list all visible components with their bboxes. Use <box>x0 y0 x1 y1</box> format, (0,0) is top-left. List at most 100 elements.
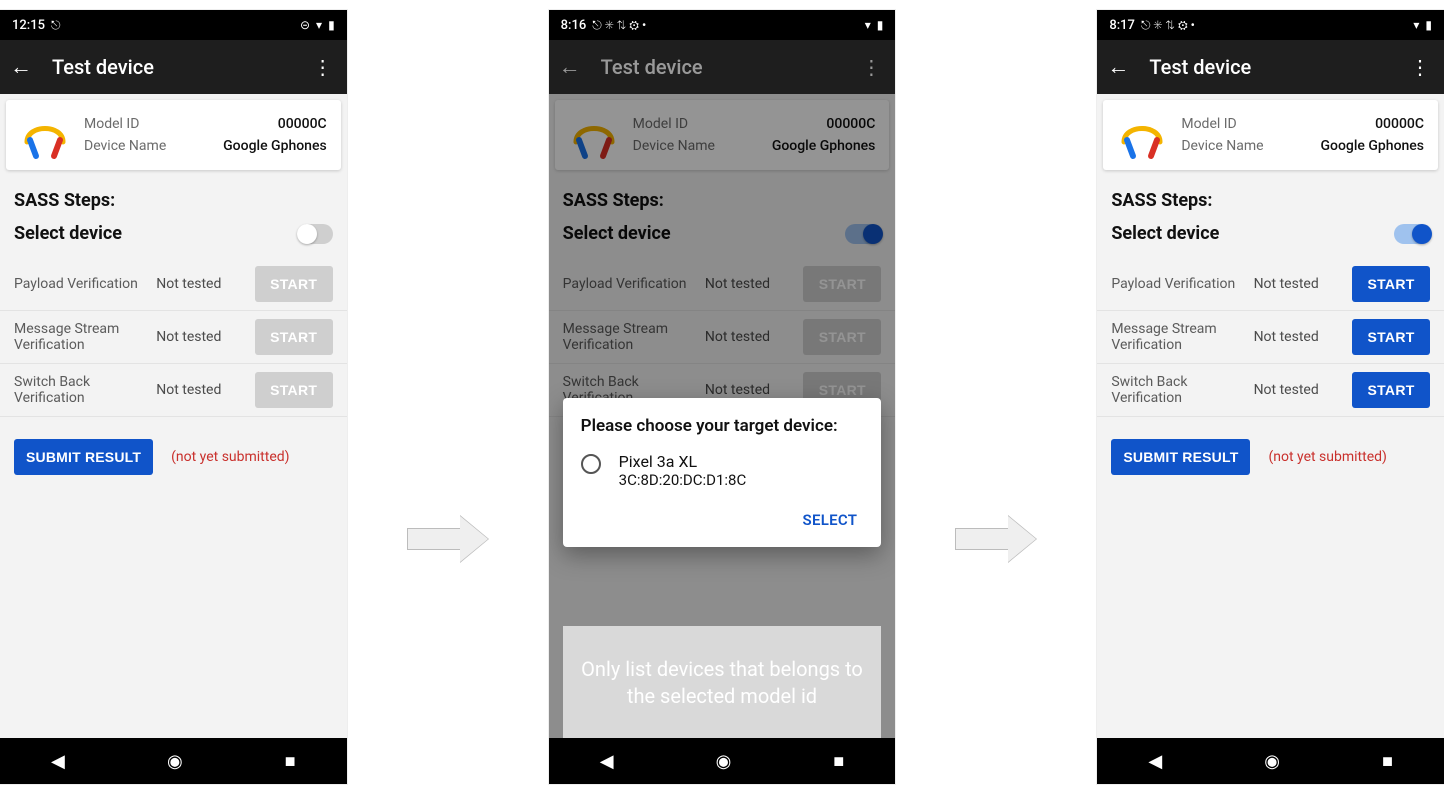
more-menu-button[interactable]: ⋮ <box>309 55 337 79</box>
device-name-label: Device Name <box>1181 138 1263 154</box>
nav-back-button[interactable]: ◀ <box>51 751 65 772</box>
not-submitted-label: (not yet submitted) <box>171 449 289 465</box>
table-row: Switch Back Verification Not tested STAR… <box>1097 364 1444 417</box>
target-device-dialog: Please choose your target device: Pixel … <box>563 398 882 547</box>
select-device-label: Select device <box>14 223 122 244</box>
more-menu-button[interactable]: ⋮ <box>857 55 885 79</box>
nav-back-button[interactable]: ◀ <box>600 751 614 772</box>
test-name: Message Stream Verification <box>14 321 156 353</box>
model-id-value: 00000C <box>278 116 327 132</box>
select-device-toggle[interactable] <box>297 224 333 244</box>
status-time: 8:16 <box>561 18 587 33</box>
start-button: START <box>255 319 333 355</box>
nav-recent-button[interactable]: ■ <box>833 751 844 772</box>
annotation-note: Only list devices that belongs to the se… <box>563 626 882 738</box>
nav-home-button[interactable]: ◉ <box>167 751 183 772</box>
start-button[interactable]: START <box>1352 266 1430 302</box>
table-row: Message Stream Verification Not tested S… <box>0 311 347 364</box>
status-bar: 8:16 ⎋ ✳ ⇅ ⚙ • ▾ ▮ <box>549 10 896 40</box>
nav-home-button[interactable]: ◉ <box>1264 751 1280 772</box>
test-status: Not tested <box>1254 276 1352 292</box>
radio-icon[interactable] <box>581 454 601 474</box>
device-card: Model ID 00000C Device Name Google Gphon… <box>6 100 341 170</box>
app-bar: ← Test device ⋮ <box>0 40 347 94</box>
status-time: 12:15 <box>12 18 45 33</box>
test-status: Not tested <box>156 382 254 398</box>
test-status: Not tested <box>1254 382 1352 398</box>
wifi-icon: ▾ <box>865 19 871 31</box>
nav-bar: ◀ ◉ ■ <box>0 738 347 784</box>
phone-screen-3: 8:17 ⎋ ✳ ⇅ ⚙ • ▾ ▮ ← Test device ⋮ <box>1097 10 1444 784</box>
nav-recent-button[interactable]: ■ <box>1382 751 1393 772</box>
test-name: Payload Verification <box>14 276 156 292</box>
start-button[interactable]: START <box>1352 372 1430 408</box>
content-area: Model ID 00000C Device Name Google Gphon… <box>549 94 896 738</box>
content-area: Model ID 00000C Device Name Google Gphon… <box>1097 94 1444 738</box>
battery-icon: ▮ <box>877 19 884 31</box>
device-name-label: Device Name <box>84 138 166 154</box>
status-icon-misc: ⎋ <box>51 19 61 31</box>
submit-result-button[interactable]: SUBMIT RESULT <box>14 439 153 475</box>
status-icon-misc: ⎋ ✳ ⇅ ⚙ • <box>592 19 646 31</box>
sass-heading: SASS Steps: <box>0 180 347 217</box>
nav-recent-button[interactable]: ■ <box>285 751 296 772</box>
device-option-name: Pixel 3a XL <box>619 452 747 471</box>
start-button: START <box>255 372 333 408</box>
table-row: Payload Verification Not tested START <box>0 258 347 311</box>
test-name: Switch Back Verification <box>1111 374 1253 406</box>
arrow-icon <box>955 516 1037 562</box>
test-name: Switch Back Verification <box>14 374 156 406</box>
back-button[interactable]: ← <box>10 54 32 80</box>
status-bar: 8:17 ⎋ ✳ ⇅ ⚙ • ▾ ▮ <box>1097 10 1444 40</box>
test-status: Not tested <box>156 276 254 292</box>
table-row: Switch Back Verification Not tested STAR… <box>0 364 347 417</box>
table-row: Payload Verification Not tested START <box>1097 258 1444 311</box>
arrow-icon <box>407 516 489 562</box>
device-card: Model ID 00000C Device Name Google Gphon… <box>1103 100 1438 170</box>
select-device-label: Select device <box>1111 223 1219 244</box>
test-name: Message Stream Verification <box>1111 321 1253 353</box>
status-icon-misc: ⎋ ✳ ⇅ ⚙ • <box>1141 19 1195 31</box>
device-name-value: Google Gphones <box>1320 138 1424 154</box>
test-status: Not tested <box>156 329 254 345</box>
dialog-title: Please choose your target device: <box>581 416 864 436</box>
dialog-select-button[interactable]: SELECT <box>797 503 864 537</box>
status-time: 8:17 <box>1109 18 1135 33</box>
model-id-value: 00000C <box>1375 116 1424 132</box>
model-id-label: Model ID <box>84 116 139 132</box>
phone-screen-2: 8:16 ⎋ ✳ ⇅ ⚙ • ▾ ▮ ← Test device ⋮ <box>549 10 896 784</box>
wifi-icon: ▾ <box>1413 19 1419 31</box>
page-title: Test device <box>1149 55 1386 79</box>
device-option[interactable]: Pixel 3a XL 3C:8D:20:DC:D1:8C <box>581 452 864 489</box>
nav-home-button[interactable]: ◉ <box>716 751 732 772</box>
not-submitted-label: (not yet submitted) <box>1268 449 1386 465</box>
battery-icon: ▮ <box>328 19 335 31</box>
app-bar: ← Test device ⋮ <box>1097 40 1444 94</box>
phone-screen-1: 12:15 ⎋ ⊝ ▾ ▮ ← Test device ⋮ <box>0 10 347 784</box>
headphones-icon <box>20 110 70 160</box>
sass-heading: SASS Steps: <box>1097 180 1444 217</box>
start-button[interactable]: START <box>1352 319 1430 355</box>
back-button[interactable]: ← <box>1107 54 1129 80</box>
device-option-mac: 3C:8D:20:DC:D1:8C <box>619 471 747 489</box>
content-area: Model ID 00000C Device Name Google Gphon… <box>0 94 347 738</box>
model-id-label: Model ID <box>1181 116 1236 132</box>
table-row: Message Stream Verification Not tested S… <box>1097 311 1444 364</box>
nav-bar: ◀ ◉ ■ <box>1097 738 1444 784</box>
start-button: START <box>255 266 333 302</box>
test-name: Payload Verification <box>1111 276 1253 292</box>
headphones-icon <box>1117 110 1167 160</box>
battery-icon: ▮ <box>1425 19 1432 31</box>
select-device-toggle[interactable] <box>1394 224 1430 244</box>
back-button[interactable]: ← <box>559 54 581 80</box>
submit-result-button[interactable]: SUBMIT RESULT <box>1111 439 1250 475</box>
nav-bar: ◀ ◉ ■ <box>549 738 896 784</box>
test-status: Not tested <box>1254 329 1352 345</box>
device-name-value: Google Gphones <box>223 138 327 154</box>
dnd-icon: ⊝ <box>300 19 310 31</box>
page-title: Test device <box>601 55 838 79</box>
more-menu-button[interactable]: ⋮ <box>1406 55 1434 79</box>
nav-back-button[interactable]: ◀ <box>1148 751 1162 772</box>
status-bar: 12:15 ⎋ ⊝ ▾ ▮ <box>0 10 347 40</box>
wifi-icon: ▾ <box>316 19 322 31</box>
